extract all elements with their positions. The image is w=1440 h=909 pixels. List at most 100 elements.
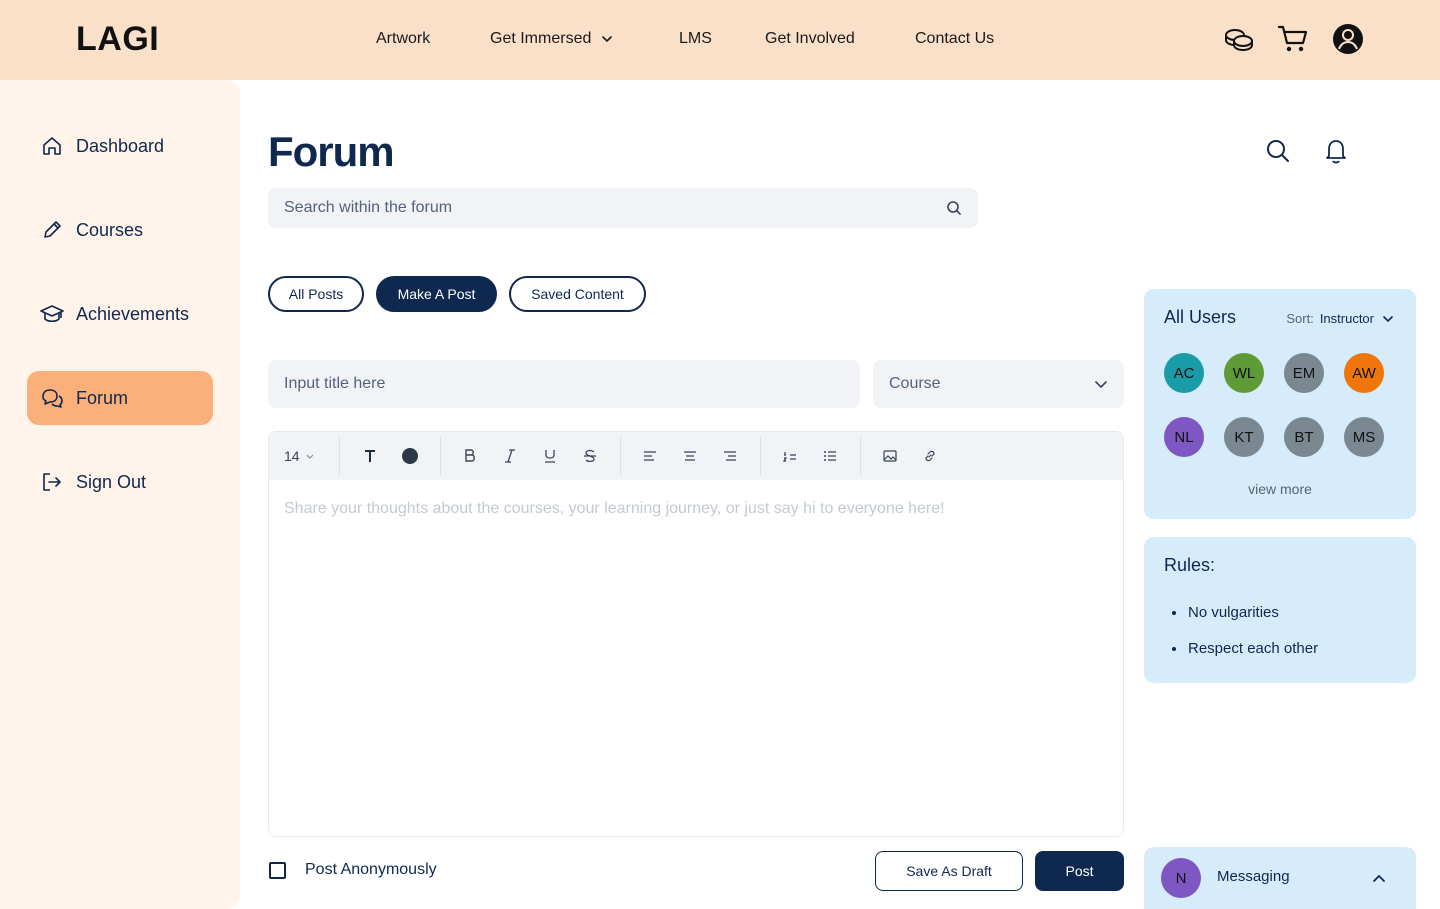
sidebar-item-forum[interactable]: Forum: [27, 371, 213, 425]
text-icon[interactable]: [358, 444, 382, 468]
coins-icon[interactable]: [1222, 22, 1256, 56]
post-title-field: [268, 360, 860, 408]
nav-label: Contact Us: [915, 30, 995, 47]
rules-title: Rules:: [1164, 555, 1216, 575]
logo[interactable]: LAGI: [76, 20, 159, 59]
rule-item: No vulgarities: [1172, 604, 1279, 621]
forum-search: [268, 188, 978, 228]
page-title: Forum: [268, 128, 395, 175]
bullet: [1172, 646, 1176, 651]
chevron-down-icon: [1383, 315, 1393, 322]
toolbar-divider: [339, 436, 340, 476]
tab-all-posts[interactable]: All Posts: [268, 276, 364, 312]
nav-label: Artwork: [376, 30, 431, 47]
ordered-list-icon[interactable]: [778, 444, 802, 468]
chevron-down-icon: [1095, 381, 1107, 388]
align-left-icon[interactable]: [638, 444, 662, 468]
course-select[interactable]: Course: [873, 360, 1124, 408]
avatar[interactable]: EM: [1284, 353, 1324, 393]
toolbar-divider: [860, 436, 861, 476]
messaging-label: Messaging: [1217, 868, 1290, 885]
tab-saved-content[interactable]: Saved Content: [509, 276, 646, 312]
avatar[interactable]: KT: [1224, 417, 1264, 457]
color-dot-icon[interactable]: [398, 444, 422, 468]
chevron-up-icon[interactable]: [1372, 871, 1386, 885]
account-icon[interactable]: [1331, 22, 1365, 56]
sidebar-item-label: Achievements: [76, 303, 190, 324]
view-more-link[interactable]: view more: [1144, 481, 1416, 497]
sidebar-item-label: Forum: [76, 387, 129, 408]
post-body-input[interactable]: [269, 480, 1123, 836]
italic-icon[interactable]: [498, 444, 522, 468]
avatar[interactable]: AW: [1344, 353, 1384, 393]
bold-icon[interactable]: [458, 444, 482, 468]
chat-icon: [40, 386, 64, 410]
nav-contact-us[interactable]: Contact Us: [915, 30, 994, 48]
graduation-cap-icon: [40, 302, 64, 326]
sidebar-item-label: Courses: [76, 219, 144, 240]
sidebar-item-courses[interactable]: Courses: [27, 203, 213, 257]
sidebar-item-label: Sign Out: [76, 471, 147, 492]
underline-icon[interactable]: [538, 444, 562, 468]
avatar[interactable]: NL: [1164, 417, 1204, 457]
title-input[interactable]: [284, 375, 844, 393]
rule-text: No vulgarities: [1188, 604, 1279, 621]
nav-get-immersed[interactable]: Get Immersed: [490, 30, 613, 48]
avatar[interactable]: MS: [1344, 417, 1384, 457]
font-size-value: 14: [284, 448, 300, 464]
font-size-select[interactable]: 14: [284, 444, 324, 468]
editor-toolbar: 14: [269, 432, 1123, 480]
sidebar-item-sign-out[interactable]: Sign Out: [27, 455, 213, 509]
tab-make-a-post[interactable]: Make A Post: [376, 276, 497, 312]
nav-label: Get Involved: [765, 30, 855, 47]
align-center-icon[interactable]: [678, 444, 702, 468]
users-panel: All Users Sort: Instructor AC WL EM AW N…: [1144, 289, 1416, 519]
nav-label: LMS: [679, 30, 712, 47]
avatar[interactable]: WL: [1224, 353, 1264, 393]
chevron-down-icon: [306, 454, 314, 459]
image-icon[interactable]: [878, 444, 902, 468]
rule-text: Respect each other: [1188, 640, 1319, 657]
users-panel-title: All Users: [1164, 307, 1237, 327]
sidebar: Dashboard Courses Achievements Forum Sig…: [0, 80, 240, 909]
anonymous-checkbox[interactable]: [269, 861, 286, 879]
top-navbar: LAGI Artwork Get Immersed LMS Get Involv…: [0, 0, 1440, 80]
anonymous-label: Post Anonymously: [305, 861, 437, 878]
rules-panel: Rules: No vulgarities Respect each other: [1144, 537, 1416, 683]
sign-out-icon: [40, 470, 64, 494]
sidebar-item-dashboard[interactable]: Dashboard: [27, 119, 213, 173]
avatar: N: [1161, 858, 1201, 898]
post-button[interactable]: Post: [1035, 851, 1124, 891]
nav-lms[interactable]: LMS: [679, 30, 712, 48]
avatar[interactable]: BT: [1284, 417, 1324, 457]
bullet: [1172, 610, 1176, 615]
align-right-icon[interactable]: [718, 444, 742, 468]
search-icon[interactable]: [946, 200, 962, 216]
nav-label: Get Immersed: [490, 30, 592, 47]
sort-value: Instructor: [1319, 311, 1374, 326]
course-select-value: Course: [889, 375, 941, 392]
sidebar-item-label: Dashboard: [76, 135, 165, 156]
toolbar-divider: [620, 436, 621, 476]
sort-label: Sort:: [1286, 311, 1314, 326]
sort-select[interactable]: Sort: Instructor: [1286, 311, 1394, 326]
search-icon[interactable]: [1263, 136, 1293, 166]
messaging-bar[interactable]: N Messaging: [1144, 847, 1416, 909]
link-icon[interactable]: [918, 444, 942, 468]
bell-icon[interactable]: [1321, 136, 1351, 166]
post-editor: 14: [268, 431, 1124, 837]
toolbar-divider: [760, 436, 761, 476]
nav-get-involved[interactable]: Get Involved: [765, 30, 855, 48]
search-input[interactable]: [284, 199, 946, 217]
avatar[interactable]: AC: [1164, 353, 1204, 393]
save-draft-button[interactable]: Save As Draft: [875, 851, 1023, 891]
pencil-icon: [40, 218, 64, 242]
chevron-down-icon: [602, 36, 613, 42]
cart-icon[interactable]: [1276, 22, 1310, 56]
toolbar-divider: [440, 436, 441, 476]
strikethrough-icon[interactable]: [578, 444, 602, 468]
bullet-list-icon[interactable]: [818, 444, 842, 468]
sidebar-item-achievements[interactable]: Achievements: [27, 287, 213, 341]
home-icon: [40, 134, 64, 158]
nav-artwork[interactable]: Artwork: [376, 30, 430, 48]
